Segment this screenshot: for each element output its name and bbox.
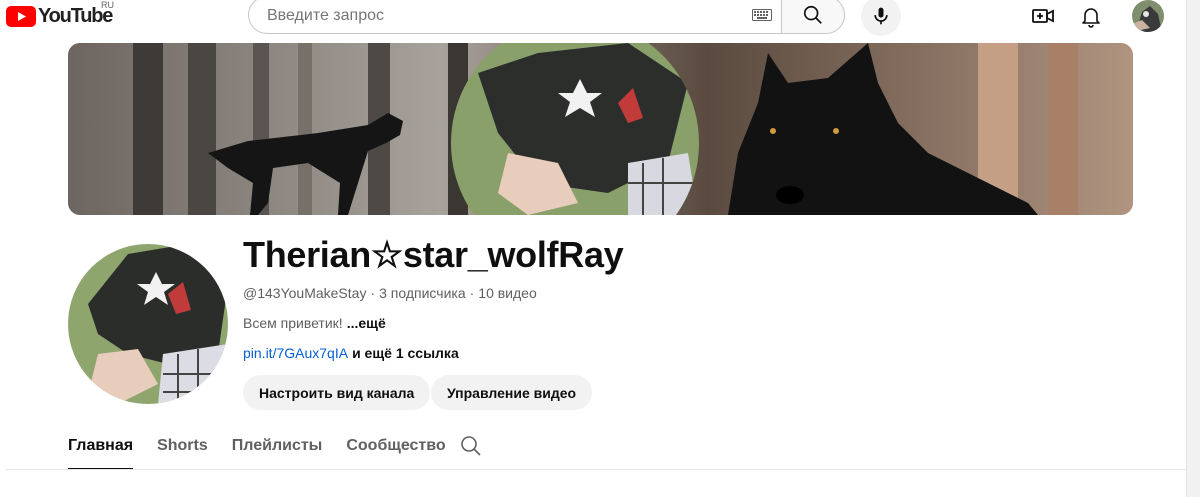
channel-links: pin.it/7GAux7qIA и ещё 1 ссылка [243,345,459,361]
bell-icon [1082,8,1100,28]
description-more-link[interactable]: ...ещё [347,315,386,331]
channel-search-icon[interactable] [459,434,483,458]
notifications-button[interactable] [1079,4,1103,28]
tabs-divider [6,469,1186,470]
youtube-logo[interactable]: YouTube [6,4,113,28]
channel-banner [68,43,1133,215]
channel-meta: @143YouMakeStay · 3 подписчика · 10 видео [243,285,537,301]
meta-separator: · [469,285,475,301]
account-avatar[interactable] [1132,0,1164,32]
tab-home[interactable]: Главная [68,424,134,470]
search-box [248,0,781,35]
create-video-icon [1032,9,1054,23]
search-icon [803,5,822,24]
more-links-button[interactable]: и ещё 1 ссылка [352,345,459,361]
subscriber-count: 3 подписчика [379,285,466,301]
mic-icon [874,7,888,25]
channel-title: Therian☆star_wolfRay [243,234,624,275]
page-scrollbar[interactable] [1186,0,1200,497]
tab-playlists[interactable]: Плейлисты [232,424,323,470]
tab-community[interactable]: Сообщество [346,424,445,470]
channel-avatar-image [68,244,228,404]
region-code: RU [101,0,114,10]
voice-search-button[interactable] [861,0,901,36]
description-text: Всем приветик! [243,315,343,331]
tab-shorts[interactable]: Shorts [157,424,208,470]
channel-handle[interactable]: @143YouMakeStay [243,285,366,301]
account-avatar-image [1132,0,1164,32]
keyboard-icon[interactable] [752,9,772,21]
search-input[interactable] [265,0,739,35]
channel-tabs: Главная Shorts Плейлисты Сообщество [68,424,470,470]
manage-videos-button[interactable]: Управление видео [431,375,593,410]
search-button[interactable] [781,0,845,34]
channel-avatar[interactable] [68,244,228,404]
masthead: YouTube RU [0,0,1200,36]
youtube-play-icon [6,5,36,27]
banner-image [68,43,1133,215]
video-count: 10 видео [478,285,537,301]
channel-external-link[interactable]: pin.it/7GAux7qIA [243,345,348,361]
meta-separator: · [370,285,376,301]
customize-channel-button[interactable]: Настроить вид канала [243,375,431,410]
create-button[interactable] [1031,4,1055,28]
channel-description[interactable]: Всем приветик! ...ещё [243,315,386,331]
